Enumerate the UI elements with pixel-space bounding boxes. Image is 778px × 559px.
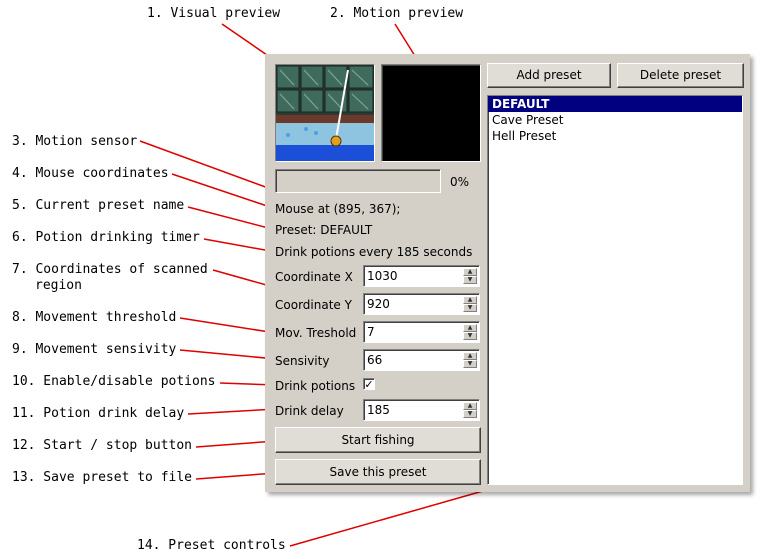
sensivity-spinbox[interactable]: 66 ▲ ▼ xyxy=(363,349,480,371)
spinner-arrows[interactable]: ▲ ▼ xyxy=(463,352,477,368)
drink-delay-label: Drink delay xyxy=(275,404,344,418)
threshold-value: 7 xyxy=(367,325,375,339)
current-preset-name: Preset: DEFAULT xyxy=(275,223,373,237)
coordinate-y-value: 920 xyxy=(367,297,390,311)
annotation-start-stop: 12. Start / stop button xyxy=(12,438,193,453)
sensivity-label: Sensivity xyxy=(275,354,330,368)
preset-list-item[interactable]: Hell Preset xyxy=(488,128,742,144)
save-preset-button[interactable]: Save this preset xyxy=(275,459,481,485)
annotation-potion-timer: 6. Potion drinking timer xyxy=(12,230,200,245)
motion-sensor-percent: 0% xyxy=(450,175,470,189)
sensivity-value: 66 xyxy=(367,353,383,367)
potion-timer: Drink potions every 185 seconds xyxy=(275,245,473,259)
annotation-preset-controls: 14. Preset controls xyxy=(137,538,286,553)
annotation-motion-sensor: 3. Motion sensor xyxy=(12,134,138,149)
mouse-coordinates: Mouse at (895, 367); xyxy=(275,202,401,216)
annotation-region: region xyxy=(35,278,82,293)
annotation-movement-sensivity: 9. Movement sensivity xyxy=(12,342,177,357)
spinner-arrows[interactable]: ▲ ▼ xyxy=(463,402,477,418)
annotation-movement-threshold: 8. Movement threshold xyxy=(12,310,177,325)
coordinate-x-spinbox[interactable]: 1030 ▲ ▼ xyxy=(363,265,480,287)
threshold-spinbox[interactable]: 7 ▲ ▼ xyxy=(363,321,480,343)
annotation-motion-preview: 2. Motion preview xyxy=(330,6,464,21)
drink-potions-label: Drink potions xyxy=(275,379,356,393)
app-window: 0% Mouse at (895, 367); Preset: DEFAULT … xyxy=(265,54,750,492)
preset-list-item[interactable]: Cave Preset xyxy=(488,112,742,128)
spinner-arrows[interactable]: ▲ ▼ xyxy=(463,268,477,284)
annotation-current-preset: 5. Current preset name xyxy=(12,198,185,213)
annotation-mouse-coordinates: 4. Mouse coordinates xyxy=(12,166,169,181)
preset-list-item[interactable]: DEFAULT xyxy=(488,96,742,112)
coordinate-y-label: Coordinate Y xyxy=(275,298,352,312)
spinner-arrows[interactable]: ▲ ▼ xyxy=(463,296,477,312)
annotation-coordinates: 7. Coordinates of scanned xyxy=(12,262,208,277)
coordinate-y-spinbox[interactable]: 920 ▲ ▼ xyxy=(363,293,480,315)
game-preview-image xyxy=(276,65,374,161)
visual-preview xyxy=(275,64,375,162)
annotation-visual-preview: 1. Visual preview xyxy=(147,6,281,21)
annotation-save-preset: 13. Save preset to file xyxy=(12,470,193,485)
coordinate-x-label: Coordinate X xyxy=(275,270,353,284)
motion-sensor-bar xyxy=(275,169,441,193)
add-preset-button[interactable]: Add preset xyxy=(487,63,611,88)
preset-list[interactable]: DEFAULT Cave Preset Hell Preset xyxy=(487,95,743,485)
drink-potions-checkbox[interactable]: ✓ xyxy=(363,378,375,390)
threshold-label: Mov. Treshold xyxy=(275,326,357,340)
annotation-enable-potions: 10. Enable/disable potions xyxy=(12,374,216,389)
start-fishing-button[interactable]: Start fishing xyxy=(275,427,481,453)
annotation-drink-delay: 11. Potion drink delay xyxy=(12,406,185,421)
delete-preset-button[interactable]: Delete preset xyxy=(617,63,744,88)
motion-preview xyxy=(381,64,481,162)
drink-delay-spinbox[interactable]: 185 ▲ ▼ xyxy=(363,399,480,421)
drink-delay-value: 185 xyxy=(367,403,390,417)
coordinate-x-value: 1030 xyxy=(367,269,398,283)
spinner-arrows[interactable]: ▲ ▼ xyxy=(463,324,477,340)
